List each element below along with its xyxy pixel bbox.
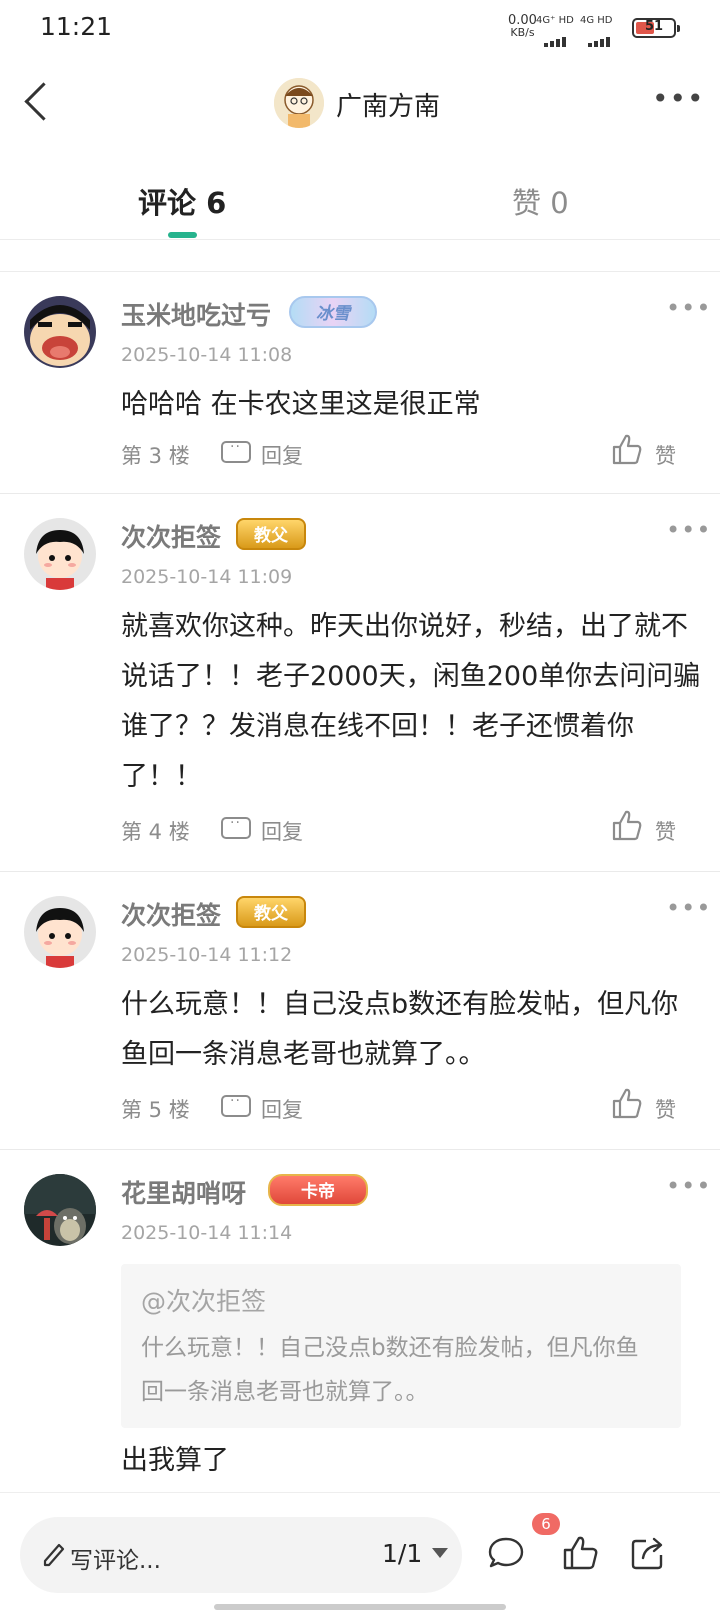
like-button[interactable]: 赞 bbox=[611, 808, 691, 848]
reply-icon bbox=[221, 439, 251, 463]
comment-time: 2025-10-14 11:14 bbox=[121, 1222, 293, 1244]
signal-label-sim2: 4G HD bbox=[580, 15, 613, 26]
comment-count-badge: 6 bbox=[532, 1513, 560, 1535]
comment-text: 出我算了 bbox=[121, 1445, 229, 1476]
reply-button[interactable]: 回复 bbox=[221, 1090, 341, 1124]
back-button[interactable] bbox=[18, 82, 58, 122]
status-bar: 11:21 0.00 KB/s 4G⁺ HD 4G HD 51 bbox=[0, 0, 720, 56]
avatar[interactable] bbox=[24, 296, 96, 368]
comment-icon[interactable] bbox=[486, 1533, 526, 1573]
username[interactable]: 花里胡哨呀 bbox=[121, 1174, 246, 1210]
user-badge: 教父 bbox=[236, 896, 306, 928]
chevron-down-icon[interactable] bbox=[432, 1548, 448, 1558]
reply-label: 回复 bbox=[261, 1098, 303, 1122]
comment-time: 2025-10-14 11:08 bbox=[121, 344, 293, 366]
status-time: 11:21 bbox=[40, 12, 113, 41]
battery-icon: 51 bbox=[632, 18, 680, 38]
user-badge: 教父 bbox=[236, 518, 306, 550]
comment-item: 次次拒签 教父 ••• 2025-10-14 11:09 就喜欢你这种。昨天出你… bbox=[0, 494, 720, 872]
reply-icon bbox=[221, 1093, 251, 1117]
page-title: 广南方南 bbox=[336, 92, 441, 122]
thumbs-up-icon bbox=[612, 810, 642, 841]
reply-button[interactable]: 回复 bbox=[221, 436, 341, 470]
comment-time: 2025-10-14 11:12 bbox=[121, 944, 293, 966]
comment-actions: 第 4 楼 回复 赞 bbox=[121, 808, 701, 848]
write-comment-placeholder: 写评论... bbox=[70, 1548, 161, 1574]
like-label: 赞 bbox=[655, 820, 676, 844]
page-indicator[interactable]: 1/1 bbox=[382, 1539, 422, 1568]
comment-time: 2025-10-14 11:09 bbox=[121, 566, 293, 588]
quoted-comment: @次次拒签 什么玩意！！自己没点b数还有脸发帖，但凡你鱼回一条消息老哥也就算了。… bbox=[121, 1264, 681, 1428]
comment-actions: 第 5 楼 回复 赞 bbox=[121, 1086, 701, 1126]
thumbs-up-icon[interactable] bbox=[560, 1533, 600, 1573]
reply-label: 回复 bbox=[261, 444, 303, 468]
quoted-text: 什么玩意！！自己没点b数还有脸发帖，但凡你鱼回一条消息老哥也就算了。。 bbox=[141, 1335, 639, 1405]
pen-icon bbox=[43, 1543, 65, 1567]
like-button[interactable]: 赞 bbox=[611, 432, 691, 472]
write-comment-input[interactable]: 写评论... 1/1 bbox=[20, 1517, 462, 1593]
username[interactable]: 玉米地吃过亏 bbox=[121, 296, 271, 332]
user-badge: 冰雪 bbox=[289, 296, 377, 328]
comment-item: 玉米地吃过亏 冰雪 ••• 2025-10-14 11:08 哈哈哈 在卡农这里… bbox=[0, 272, 720, 494]
tab-likes[interactable]: 赞 0 bbox=[512, 180, 569, 222]
comment-text: 什么玩意！！自己没点b数还有脸发帖，但凡你鱼回一条消息老哥也就算了。。 bbox=[121, 989, 679, 1070]
like-button[interactable]: 赞 bbox=[611, 1086, 691, 1126]
floor-number: 第 3 楼 bbox=[121, 444, 190, 468]
username[interactable]: 次次拒签 bbox=[121, 896, 221, 932]
thumbs-up-icon bbox=[612, 434, 642, 465]
comment-more-button[interactable]: ••• bbox=[666, 1174, 711, 1198]
more-options-button[interactable]: ••• bbox=[652, 85, 704, 114]
floor-number: 第 4 楼 bbox=[121, 820, 190, 844]
user-badge: 卡帝 bbox=[268, 1174, 368, 1206]
reply-icon bbox=[221, 815, 251, 839]
avatar[interactable] bbox=[24, 1174, 96, 1246]
comment-more-button[interactable]: ••• bbox=[666, 896, 711, 920]
bottom-bar: 写评论... 1/1 6 bbox=[0, 1492, 720, 1612]
comment-item: 花里胡哨呀 卡帝 ••• 2025-10-14 11:14 @次次拒签 什么玩意… bbox=[0, 1150, 720, 1492]
comment-more-button[interactable]: ••• bbox=[666, 518, 711, 542]
comment-item: 次次拒签 教父 ••• 2025-10-14 11:12 什么玩意！！自己没点b… bbox=[0, 872, 720, 1150]
like-label: 赞 bbox=[655, 1098, 676, 1122]
reply-button[interactable]: 回复 bbox=[221, 812, 341, 846]
quoted-user[interactable]: @次次拒签 bbox=[141, 1282, 266, 1318]
home-indicator[interactable] bbox=[214, 1604, 506, 1610]
comment-actions: 第 3 楼 回复 赞 bbox=[121, 432, 701, 472]
tab-comments[interactable]: 评论 6 bbox=[138, 180, 226, 222]
comment-more-button[interactable]: ••• bbox=[666, 296, 711, 320]
reply-label: 回复 bbox=[261, 820, 303, 844]
avatar[interactable] bbox=[24, 896, 96, 968]
author-avatar[interactable] bbox=[274, 78, 324, 128]
signal-icon-sim1: 4G⁺ HD bbox=[536, 15, 576, 47]
network-speed: 0.00 KB/s bbox=[508, 14, 537, 39]
avatar[interactable] bbox=[24, 518, 96, 590]
section-divider bbox=[0, 241, 720, 272]
signal-icon-sim2: 4G HD bbox=[580, 15, 620, 47]
comment-text: 就喜欢你这种。昨天出你说好，秒结，出了就不说话了！！老子2000天，闲鱼200单… bbox=[121, 611, 701, 792]
header: 广南方南 ••• bbox=[0, 60, 720, 146]
username[interactable]: 次次拒签 bbox=[121, 518, 221, 554]
battery-level: 51 bbox=[644, 19, 664, 34]
thumbs-up-icon bbox=[612, 1088, 642, 1119]
floor-number: 第 5 楼 bbox=[121, 1098, 190, 1122]
active-tab-indicator bbox=[168, 232, 197, 238]
like-label: 赞 bbox=[655, 444, 676, 468]
signal-label-sim1: 4G⁺ HD bbox=[536, 15, 574, 26]
comment-text: 哈哈哈 在卡农这里这是很正常 bbox=[121, 389, 481, 420]
share-icon[interactable] bbox=[628, 1533, 668, 1573]
tab-bar: 评论 6 赞 0 bbox=[0, 160, 720, 240]
network-speed-unit: KB/s bbox=[510, 26, 535, 39]
